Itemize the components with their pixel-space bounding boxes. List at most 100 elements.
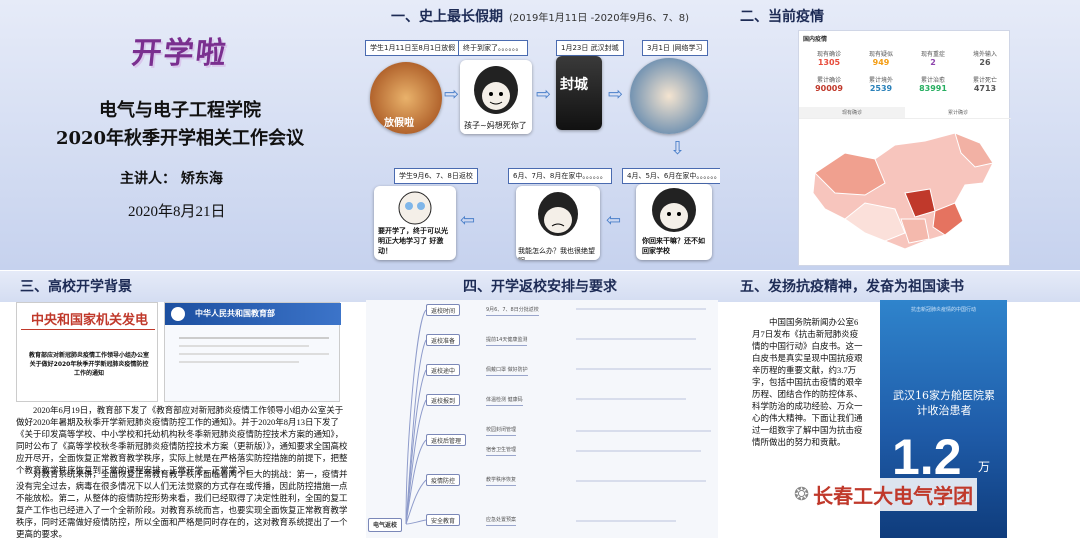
leaf-temperature: 体温检测 健康码 (486, 396, 523, 406)
lockdown-banner-text: 封城 (560, 77, 588, 93)
mindmap-center: 电气返校 (368, 518, 403, 532)
tab-cumulative[interactable]: 累计确诊 (905, 107, 1011, 118)
cover-headline: 武汉16家方舱医院累计收治患者 (893, 389, 995, 417)
background-paragraph-2: 对教育系统来讲，全面恢复正常教育教学秩序面临着两个巨大的挑战：第一，疫情并没有完… (16, 469, 348, 539)
branch-return-time: 返校时间 (426, 304, 461, 316)
meme-card-despair: 我能怎么办？我也很绝望啊 (516, 186, 600, 260)
doc2-line (179, 337, 329, 339)
stat-label: 累计死亡 (972, 77, 997, 84)
stat-value: 2539 (869, 84, 893, 93)
stat-label: 累计境外 (868, 77, 893, 84)
stat-label: 累计治愈 (920, 77, 945, 84)
meeting-date: 2020年8月21日 (128, 204, 226, 220)
branch-en-route: 返校途中 (426, 364, 461, 376)
holiday-section-title: 一、史上最长假期 (2019年1月11日 -2020年9月6、7、8) (360, 0, 720, 32)
detail-line (576, 520, 676, 522)
holiday-photo: 放假啦 (370, 62, 442, 134)
meme-card-return: 你回来干嘛？还不如回家学校 (636, 184, 712, 260)
doc2-line (179, 353, 329, 355)
title-slide: 开学啦 电气与电子工程学院 2020年秋季开学相关工作会议 主讲人： 矫东海 2… (0, 0, 360, 270)
arrow-right-icon: ⇨ (536, 84, 552, 105)
detail-line (576, 450, 701, 452)
moe-logo-icon (171, 307, 185, 321)
doc1-body: 教育部应对新冠肺炎疫情工作领导小组办公室关于做好2020年秋季开学新冠肺炎疫情防… (28, 352, 149, 377)
stat-value: 90009 (815, 84, 843, 93)
speaker-line: 主讲人： 矫东海 (120, 171, 223, 187)
leaf-campus-closed: 校园封闭管理 (486, 426, 517, 436)
china-epidemic-map (812, 132, 994, 250)
epidemic-section-title: 二、当前疫情 (740, 9, 824, 25)
detail-line (576, 480, 706, 482)
leaf-mask: 佩戴口罩 做好防护 (486, 366, 528, 376)
caption-holiday: 放假啦 (384, 118, 414, 129)
arrow-down-icon: ⇩ (670, 138, 686, 159)
college-title: 电气与电子工程学院 (99, 100, 261, 121)
doc2-header: 中华人民共和国教育部 (195, 309, 275, 318)
watermark-text: 长春工大电气学团 (813, 484, 974, 508)
caption-return: 你回来干嘛？还不如回家学校 (642, 236, 708, 256)
holiday-title-text: 一、史上最长假期 (390, 9, 503, 25)
current-stat: 现有疑似 949 (857, 49, 905, 67)
stat-value: 2 (930, 58, 936, 67)
branch-prevention: 疫情防控 (426, 474, 461, 486)
detail-line (576, 338, 696, 340)
label-online-study: 3月1日 |网络学习 (642, 40, 708, 56)
stat-value: 1305 (817, 58, 841, 67)
meme-card-excited: 要开学了，终于可以光明正大地学习了 好激动！ (374, 186, 456, 260)
current-stat: 现有重症 2 (909, 49, 957, 67)
caption-excited: 要开学了，终于可以光明正大地学习了 好激动！ (378, 226, 454, 256)
kaixue-heading: 开学啦 (129, 36, 230, 71)
caption-despair: 我能怎么办？我也很绝望啊 (518, 246, 600, 260)
doc-notice-1: 中央和国家机关发电 教育部应对新冠肺炎疫情工作领导小组办公室关于做好2020年秋… (16, 302, 158, 402)
watermark: ❂ 长春工大电气学团 (790, 478, 978, 511)
mindmap: 电气返校 返校时间 返校准备 返校途中 返校报到 返校后管理 疫情防控 安全教育… (366, 300, 718, 538)
stat-label: 境外输入 (972, 51, 997, 58)
holiday-subtitle: (2019年1月11日 -2020年9月6、7、8) (508, 12, 690, 24)
label-summer: 6月、7月、8月在家中。。。。。。 (508, 168, 612, 184)
leaf-teaching: 教学秩序恢复 (486, 476, 517, 486)
doc1-rule (21, 329, 155, 330)
leaf-dorm: 宿舍卫生管理 (486, 446, 517, 456)
stat-label: 现有疑似 (868, 51, 893, 58)
spirit-slide: 五、发扬抗疫精神，发奋为祖国读书 中国国务院新闻办公室6月7日发布《抗击新冠肺炎… (720, 270, 1080, 541)
epidemic-app-screenshot: 国内疫情 现有确诊 1305 现有疑似 949 现有重症 2 境外输入 26 累计确诊 9000… (798, 30, 1011, 266)
arrow-right-icon: ⇨ (608, 84, 624, 105)
cover-top-text: 抗击新冠肺炎疫情的中国行动 (910, 307, 976, 313)
detail-line (576, 368, 711, 370)
background-paragraph-1: 2020年6月19日，教育部下发了《教育部应对新冠肺炎疫情工作领导小组办公室关于… (16, 405, 348, 475)
stat-value: 26 (979, 58, 991, 67)
leaf-emergency: 应急处置预案 (486, 516, 517, 526)
meme-face-icon (652, 188, 696, 232)
epidemic-slide: 二、当前疫情 国内疫情 现有确诊 1305 现有疑似 949 现有重症 2 境外输入 26 累… (720, 0, 1080, 270)
stat-label: 累计确诊 (816, 77, 841, 84)
spirit-section-title: 五、发扬抗疫精神，发奋为祖国读书 (720, 270, 1080, 302)
leaf-health-monitor: 提前14天健康监测 (486, 336, 528, 346)
map-tabs: 现有确诊 累计确诊 (799, 107, 1011, 119)
app-title: 国内疫情 (803, 36, 828, 43)
arrow-left-icon: ⇦ (460, 210, 476, 231)
grid-divider (0, 270, 1080, 271)
arrow-left-icon: ⇦ (606, 210, 622, 231)
detail-line (576, 398, 686, 400)
stat-value: 4713 (973, 84, 997, 93)
meme-card-mom: 孩子~妈想死你了~ (460, 60, 532, 134)
mindmap-connectors (405, 309, 427, 525)
branch-management: 返校后管理 (426, 434, 467, 446)
arrow-right-icon: ⇨ (444, 84, 460, 105)
label-spring: 4月、5月、6月在家中。。。。。。 (622, 168, 720, 184)
label-home: 终于到家了。。。。。。 (458, 40, 528, 56)
label-return: 学生9月6、7、8日返校 (394, 168, 478, 184)
cumulative-stat: 累计治愈 83991 (909, 75, 957, 93)
arrangement-slide: 四、开学返校安排与要求 电气返校 返校时间 返校准备 返校途中 返校报到 返校后… (360, 270, 720, 541)
current-stat: 现有确诊 1305 (805, 49, 853, 67)
leaf-return-dates: 9月6、7、8日分批返校 (486, 306, 539, 316)
tab-current[interactable]: 现有确诊 (799, 107, 905, 118)
doc2-line (179, 345, 309, 347)
holiday-slide: 一、史上最长假期 (2019年1月11日 -2020年9月6、7、8) 学生1月… (360, 0, 720, 270)
stat-value: 83991 (919, 84, 947, 93)
meme-face-icon (398, 191, 432, 225)
wechat-icon: ❂ (794, 484, 810, 505)
lockdown-poster: 封城 (556, 56, 602, 130)
label-lockdown: 1月23日 武汉封城 (556, 40, 624, 56)
branch-safety: 安全教育 (426, 514, 461, 526)
